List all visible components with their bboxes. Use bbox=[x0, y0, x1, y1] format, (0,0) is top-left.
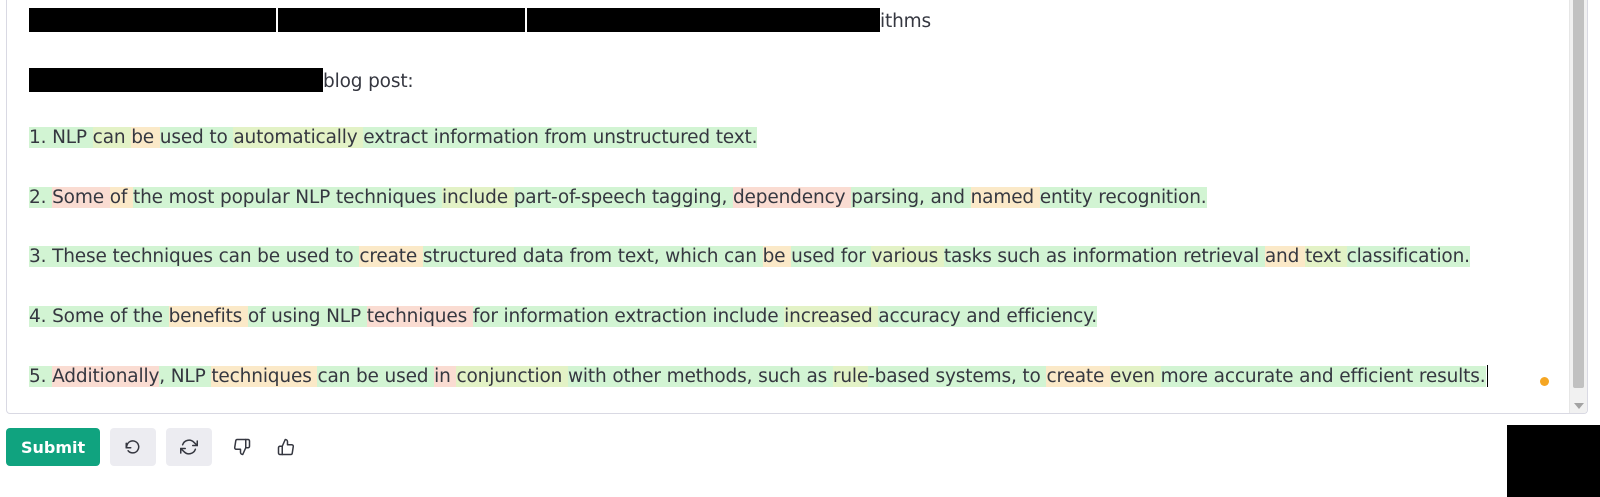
token-highlight: various bbox=[871, 246, 944, 267]
token-highlight: -based systems, to bbox=[868, 366, 1047, 387]
token-highlight: can be used bbox=[317, 366, 435, 387]
token-highlight: techniques bbox=[366, 305, 473, 327]
scrollbar-thumb[interactable] bbox=[1573, 0, 1584, 388]
token-highlight: include bbox=[441, 186, 514, 208]
token-highlight: Some bbox=[52, 186, 110, 208]
token-highlight: create bbox=[359, 246, 423, 267]
text-caret bbox=[1486, 365, 1488, 387]
thumbs-down-button[interactable] bbox=[222, 428, 262, 466]
redaction-block bbox=[29, 8, 276, 32]
token-highlight: and bbox=[1264, 246, 1305, 267]
token-highlight: be bbox=[762, 246, 792, 267]
token-highlight: more accurate and efficient results. bbox=[1160, 366, 1486, 387]
output-paragraph-3: 3. These techniques can be used to creat… bbox=[29, 246, 1539, 268]
regenerate-button[interactable] bbox=[166, 428, 213, 466]
thumbs-down-icon bbox=[234, 438, 251, 456]
token-highlight: text bbox=[1304, 246, 1347, 267]
undo-icon bbox=[125, 440, 140, 454]
token-highlight: 3. These techniques can be used to bbox=[29, 246, 360, 267]
undo-button[interactable] bbox=[110, 428, 157, 466]
token-highlight: even bbox=[1110, 366, 1161, 387]
token-highlight: be bbox=[131, 127, 160, 148]
token-highlight: NLP techniques bbox=[295, 186, 442, 208]
submit-button[interactable]: Submit bbox=[6, 428, 101, 466]
token-highlight: , NLP bbox=[159, 366, 212, 387]
token-highlight: techniques bbox=[211, 366, 318, 387]
redaction-block bbox=[1507, 425, 1600, 497]
token-highlight: classification. bbox=[1346, 246, 1470, 267]
redacted-line-0: ithms bbox=[29, 8, 1539, 32]
thumbs-up-icon bbox=[277, 438, 295, 456]
output-paragraph-2: 2. Some of the most popular NLP techniqu… bbox=[29, 186, 1539, 209]
token-highlight: tasks such as information retrieval bbox=[943, 246, 1265, 267]
token-highlight: part-of-speech tagging, bbox=[513, 186, 733, 208]
output-paragraph-1: 1. NLP can be used to automatically extr… bbox=[29, 127, 1539, 149]
output-paragraph-5: 5. Additionally, NLP techniques can be u… bbox=[29, 365, 1539, 387]
token-highlight: automatically bbox=[233, 127, 364, 148]
redacted-line-1: blog post: bbox=[29, 67, 1539, 92]
token-highlight: the most popular bbox=[132, 186, 296, 208]
token-highlight: benefits bbox=[168, 305, 248, 327]
token-highlight: 1. NLP bbox=[29, 127, 93, 148]
token-highlight: structured data from text, which can bbox=[422, 246, 763, 267]
token-highlight: dependency bbox=[732, 186, 852, 208]
status-dot bbox=[1540, 377, 1549, 386]
token-highlight: can bbox=[92, 127, 132, 148]
playground-text-editor[interactable]: ithms blog post: 1. NLP can be used to a… bbox=[6, 0, 1588, 414]
line-suffix: blog post: bbox=[323, 70, 414, 92]
scrollbar[interactable] bbox=[1569, 0, 1587, 413]
token-highlight: increased bbox=[784, 305, 879, 327]
token-highlight: conjunction bbox=[456, 366, 568, 387]
token-highlight: used to bbox=[159, 127, 234, 148]
thumbs-up-button[interactable] bbox=[266, 428, 306, 466]
token-highlight: accuracy and efficiency. bbox=[878, 305, 1098, 327]
token-highlight: of bbox=[109, 186, 133, 208]
token-highlight: create bbox=[1046, 366, 1110, 387]
token-highlight: entity recognition. bbox=[1039, 186, 1207, 208]
token-highlight: named bbox=[970, 186, 1040, 208]
token-highlight: extract information from unstructured te… bbox=[363, 127, 758, 148]
redaction-block bbox=[29, 67, 323, 92]
token-highlight: in bbox=[434, 366, 457, 387]
token-highlight: of using NLP bbox=[247, 305, 367, 327]
token-highlight: 5. bbox=[29, 366, 53, 387]
output-paragraph-4: 4. Some of the benefits of using NLP tec… bbox=[29, 305, 1539, 328]
prompt-text-area[interactable]: ithms blog post: 1. NLP can be used to a… bbox=[29, 4, 1539, 413]
redaction-block bbox=[527, 8, 880, 32]
redaction-block bbox=[278, 8, 525, 32]
toolbar: Submit bbox=[6, 427, 310, 467]
token-highlight: 2. bbox=[29, 186, 53, 208]
line-suffix: ithms bbox=[880, 11, 932, 32]
regenerate-icon bbox=[180, 439, 199, 455]
token-highlight: used for bbox=[791, 246, 872, 267]
token-highlight: with other methods, such as bbox=[567, 366, 833, 387]
scroll-down-arrow-icon[interactable] bbox=[1574, 403, 1584, 409]
token-highlight: Additionally bbox=[52, 366, 160, 387]
token-highlight: for information extraction include bbox=[472, 305, 785, 327]
token-highlight: parsing, and bbox=[851, 186, 971, 208]
token-highlight: rule bbox=[832, 366, 869, 387]
token-highlight: 4. Some of the bbox=[29, 305, 169, 327]
